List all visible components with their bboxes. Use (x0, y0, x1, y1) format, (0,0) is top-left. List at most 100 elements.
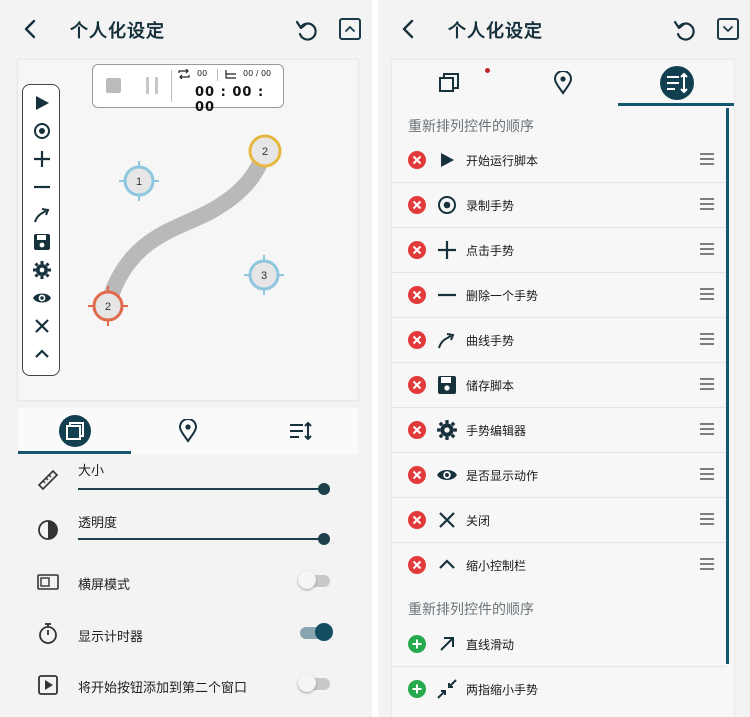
size-slider[interactable] (78, 488, 324, 490)
pause-icon[interactable] (146, 77, 160, 94)
add-icon[interactable] (408, 680, 426, 698)
ruler-icon (37, 469, 59, 491)
eye-icon[interactable] (32, 288, 52, 308)
close-icon[interactable] (32, 316, 52, 336)
remove-icon[interactable] (408, 196, 426, 214)
size-slider-thumb[interactable] (318, 483, 330, 495)
location-pin-icon (553, 71, 573, 95)
item-label: 两指缩小手势 (466, 683, 539, 697)
gear-icon[interactable] (32, 260, 52, 280)
item-label: 储存脚本 (466, 379, 515, 393)
show-timer-label: 显示计时器 (78, 630, 144, 645)
right-screen: 个人化设定 重新排列控件的顺序 开始运行脚本 录制手势 点击手势 删除一个手势 … (378, 0, 750, 717)
drag-handle-icon[interactable] (700, 288, 714, 300)
chevron-up-icon[interactable] (32, 344, 52, 364)
target-marker[interactable]: 2 (244, 130, 286, 172)
tab-appearance[interactable] (392, 60, 506, 106)
chevron-up-icon (439, 559, 455, 569)
chevron-down-icon (723, 26, 733, 32)
undo-icon[interactable] (294, 17, 320, 43)
section-header-active: 重新排列控件的顺序 (408, 119, 534, 135)
drag-handle-icon[interactable] (700, 198, 714, 210)
target-marker[interactable]: 3 (243, 254, 285, 296)
drag-handle-icon[interactable] (700, 513, 714, 525)
remove-icon[interactable] (408, 376, 426, 394)
eye-icon (437, 470, 457, 480)
arrow-up-right-icon (440, 637, 454, 651)
list-item: 删除一个手势 (392, 273, 726, 318)
section-header-available: 重新排列控件的顺序 (408, 602, 534, 618)
drag-handle-icon[interactable] (700, 243, 714, 255)
drag-handle-icon[interactable] (700, 468, 714, 480)
list-item: 点击手势 (392, 228, 726, 273)
record-icon[interactable] (32, 121, 52, 141)
item-label: 点击手势 (466, 244, 515, 258)
list-item: 曲线手势 (392, 318, 726, 363)
opacity-slider-thumb[interactable] (318, 533, 330, 545)
settings-tabs (392, 60, 734, 106)
remove-icon[interactable] (408, 421, 426, 439)
minus-icon (438, 293, 456, 297)
play-icon (441, 153, 454, 167)
remove-icon[interactable] (408, 241, 426, 259)
add-icon[interactable] (408, 635, 426, 653)
stop-icon[interactable] (106, 78, 121, 93)
landscape-icon (37, 574, 59, 590)
marker-label: 2 (105, 301, 111, 313)
item-label: 直线滑动 (466, 638, 515, 652)
item-label: 删除一个手势 (466, 289, 539, 303)
save-icon[interactable] (32, 232, 52, 252)
size-label: 大小 (78, 464, 105, 479)
play-icon[interactable] (32, 93, 52, 113)
back-arrow-icon[interactable] (396, 16, 422, 42)
chevron-up-icon (345, 26, 355, 32)
list-item: 缩小控制栏 (392, 543, 726, 587)
repeat-icon (178, 69, 190, 79)
collapse-down-button[interactable] (717, 18, 739, 40)
drag-handle-icon[interactable] (700, 558, 714, 570)
pinch-icon (437, 679, 457, 699)
remove-icon[interactable] (408, 556, 426, 574)
show-timer-toggle[interactable] (300, 623, 333, 641)
list-item: 开始运行脚本 (392, 138, 726, 183)
plus-icon[interactable] (32, 149, 52, 169)
target-marker[interactable]: 1 (118, 160, 160, 202)
tab-location[interactable] (506, 60, 620, 106)
back-arrow-icon[interactable] (18, 16, 44, 42)
marker-label: 3 (261, 270, 267, 282)
minus-icon[interactable] (32, 177, 52, 197)
timer-clock: 00 : 00 : 00 (195, 85, 265, 115)
item-label: 录制手势 (466, 199, 515, 213)
tab-location[interactable] (131, 408, 244, 454)
drag-handle-icon[interactable] (700, 423, 714, 435)
curve-arrow-icon[interactable] (32, 205, 52, 225)
location-pin-icon (178, 419, 197, 443)
scrollbar[interactable] (726, 108, 729, 664)
landscape-toggle[interactable] (298, 571, 330, 589)
tab-reorder[interactable] (244, 408, 357, 454)
drag-handle-icon[interactable] (700, 378, 714, 390)
remove-icon[interactable] (408, 511, 426, 529)
undo-icon[interactable] (672, 17, 698, 43)
opacity-label: 透明度 (78, 516, 118, 531)
remove-icon[interactable] (408, 286, 426, 304)
remove-icon[interactable] (408, 331, 426, 349)
opacity-slider[interactable] (78, 538, 324, 540)
timer-widget: 00 00 / 00 00 : 00 : 00 (92, 64, 284, 115)
close-icon (439, 512, 455, 528)
drag-handle-icon[interactable] (700, 333, 714, 345)
item-label: 开始运行脚本 (466, 154, 539, 168)
remove-icon[interactable] (408, 466, 426, 484)
target-marker[interactable]: 2 (87, 285, 129, 327)
start-second-window-toggle[interactable] (298, 674, 330, 692)
remove-icon[interactable] (408, 151, 426, 169)
item-label: 缩小控制栏 (466, 559, 527, 573)
tab-appearance[interactable] (18, 408, 131, 454)
list-item: 手势编辑器 (392, 408, 726, 453)
tab-reorder[interactable] (620, 60, 734, 106)
drag-handle-icon[interactable] (700, 153, 714, 165)
floating-toolbar (22, 84, 60, 376)
collapse-up-button[interactable] (339, 18, 361, 40)
plus-icon (438, 241, 456, 259)
start-second-window-label: 将开始按钮添加到第二个窗口 (78, 681, 248, 696)
